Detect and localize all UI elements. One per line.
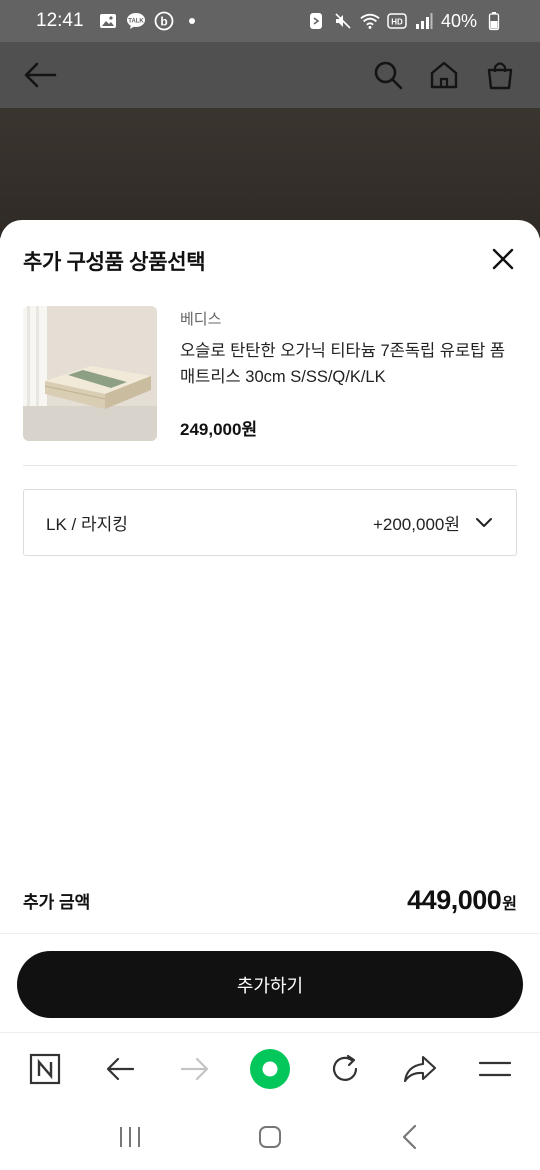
menu-icon[interactable] [474,1048,516,1090]
hd-icon: HD [387,11,407,31]
status-bar: 12:41 TALK b HD 40% [0,0,540,42]
shopping-bag-icon[interactable] [482,57,518,93]
gallery-icon [98,11,118,31]
option-price: +200,000원 [372,515,460,534]
product-brand: 베디스 [180,311,222,328]
status-left: 12:41 TALK b [36,10,202,32]
option-dropdown[interactable]: LK / 라지킹 +200,000원 [23,489,517,556]
product-card: 베디스 오슬로 탄탄한 오가닉 티타늄 7존독립 유로탑 폼매트리스 30cm … [23,306,517,442]
battery-percentage: 40% [440,10,477,31]
svg-text:b: b [160,15,167,29]
total-unit: 원 [502,895,517,913]
status-right: HD 40% [306,11,504,32]
back-icon[interactable] [390,1117,430,1157]
status-time: 12:41 [36,10,84,31]
page-background [0,108,540,238]
dot-icon [182,11,202,31]
naver-n-icon[interactable] [24,1048,66,1090]
forward-icon[interactable] [174,1048,216,1090]
mute-icon [333,11,353,31]
share-icon[interactable] [399,1048,441,1090]
green-dot-icon[interactable] [249,1048,291,1090]
total-label: 추가 금액 [23,892,91,912]
wifi-icon [360,11,380,31]
talk-icon: TALK [126,11,146,31]
back-icon[interactable] [99,1048,141,1090]
refresh-icon[interactable] [324,1048,366,1090]
option-label: LK / 라지킹 [46,515,128,534]
sheet-title: 추가 구성품 상품선택 [23,251,206,274]
product-name: 오슬로 탄탄한 오가닉 티타늄 7존독립 유로탑 폼매트리스 30cm S/SS… [180,342,506,386]
browser-toolbar [0,1032,540,1104]
sheet-divider [0,933,540,934]
product-thumbnail [23,306,157,441]
divider [23,465,517,466]
app-icon [306,11,326,31]
total-row: 추가 금액 449,000 원 [23,882,517,918]
battery-icon [484,11,504,31]
chevron-down-icon [474,513,494,533]
add-button[interactable]: 추가하기 [17,951,523,1018]
back-arrow-icon[interactable] [22,57,58,93]
system-navigation [0,1104,540,1170]
page-header [0,42,540,108]
close-icon[interactable] [488,244,518,274]
total-value: 449,000 [407,884,502,915]
signal-icon [414,11,434,31]
svg-text:HD: HD [391,18,403,27]
total-amount: 449,000 원 [407,885,517,916]
svg-text:TALK: TALK [128,19,144,25]
home-icon[interactable] [250,1117,290,1157]
product-price: 249,000원 [180,420,258,439]
header-actions [370,57,518,93]
recent-apps-icon[interactable] [110,1117,150,1157]
search-icon[interactable] [370,57,406,93]
home-icon[interactable] [426,57,462,93]
b-app-icon: b [154,11,174,31]
option-bottom-sheet: 추가 구성품 상품선택 베디스 오슬로 탄탄한 오가닉 티타늄 7존독립 유로탑… [0,220,540,1032]
